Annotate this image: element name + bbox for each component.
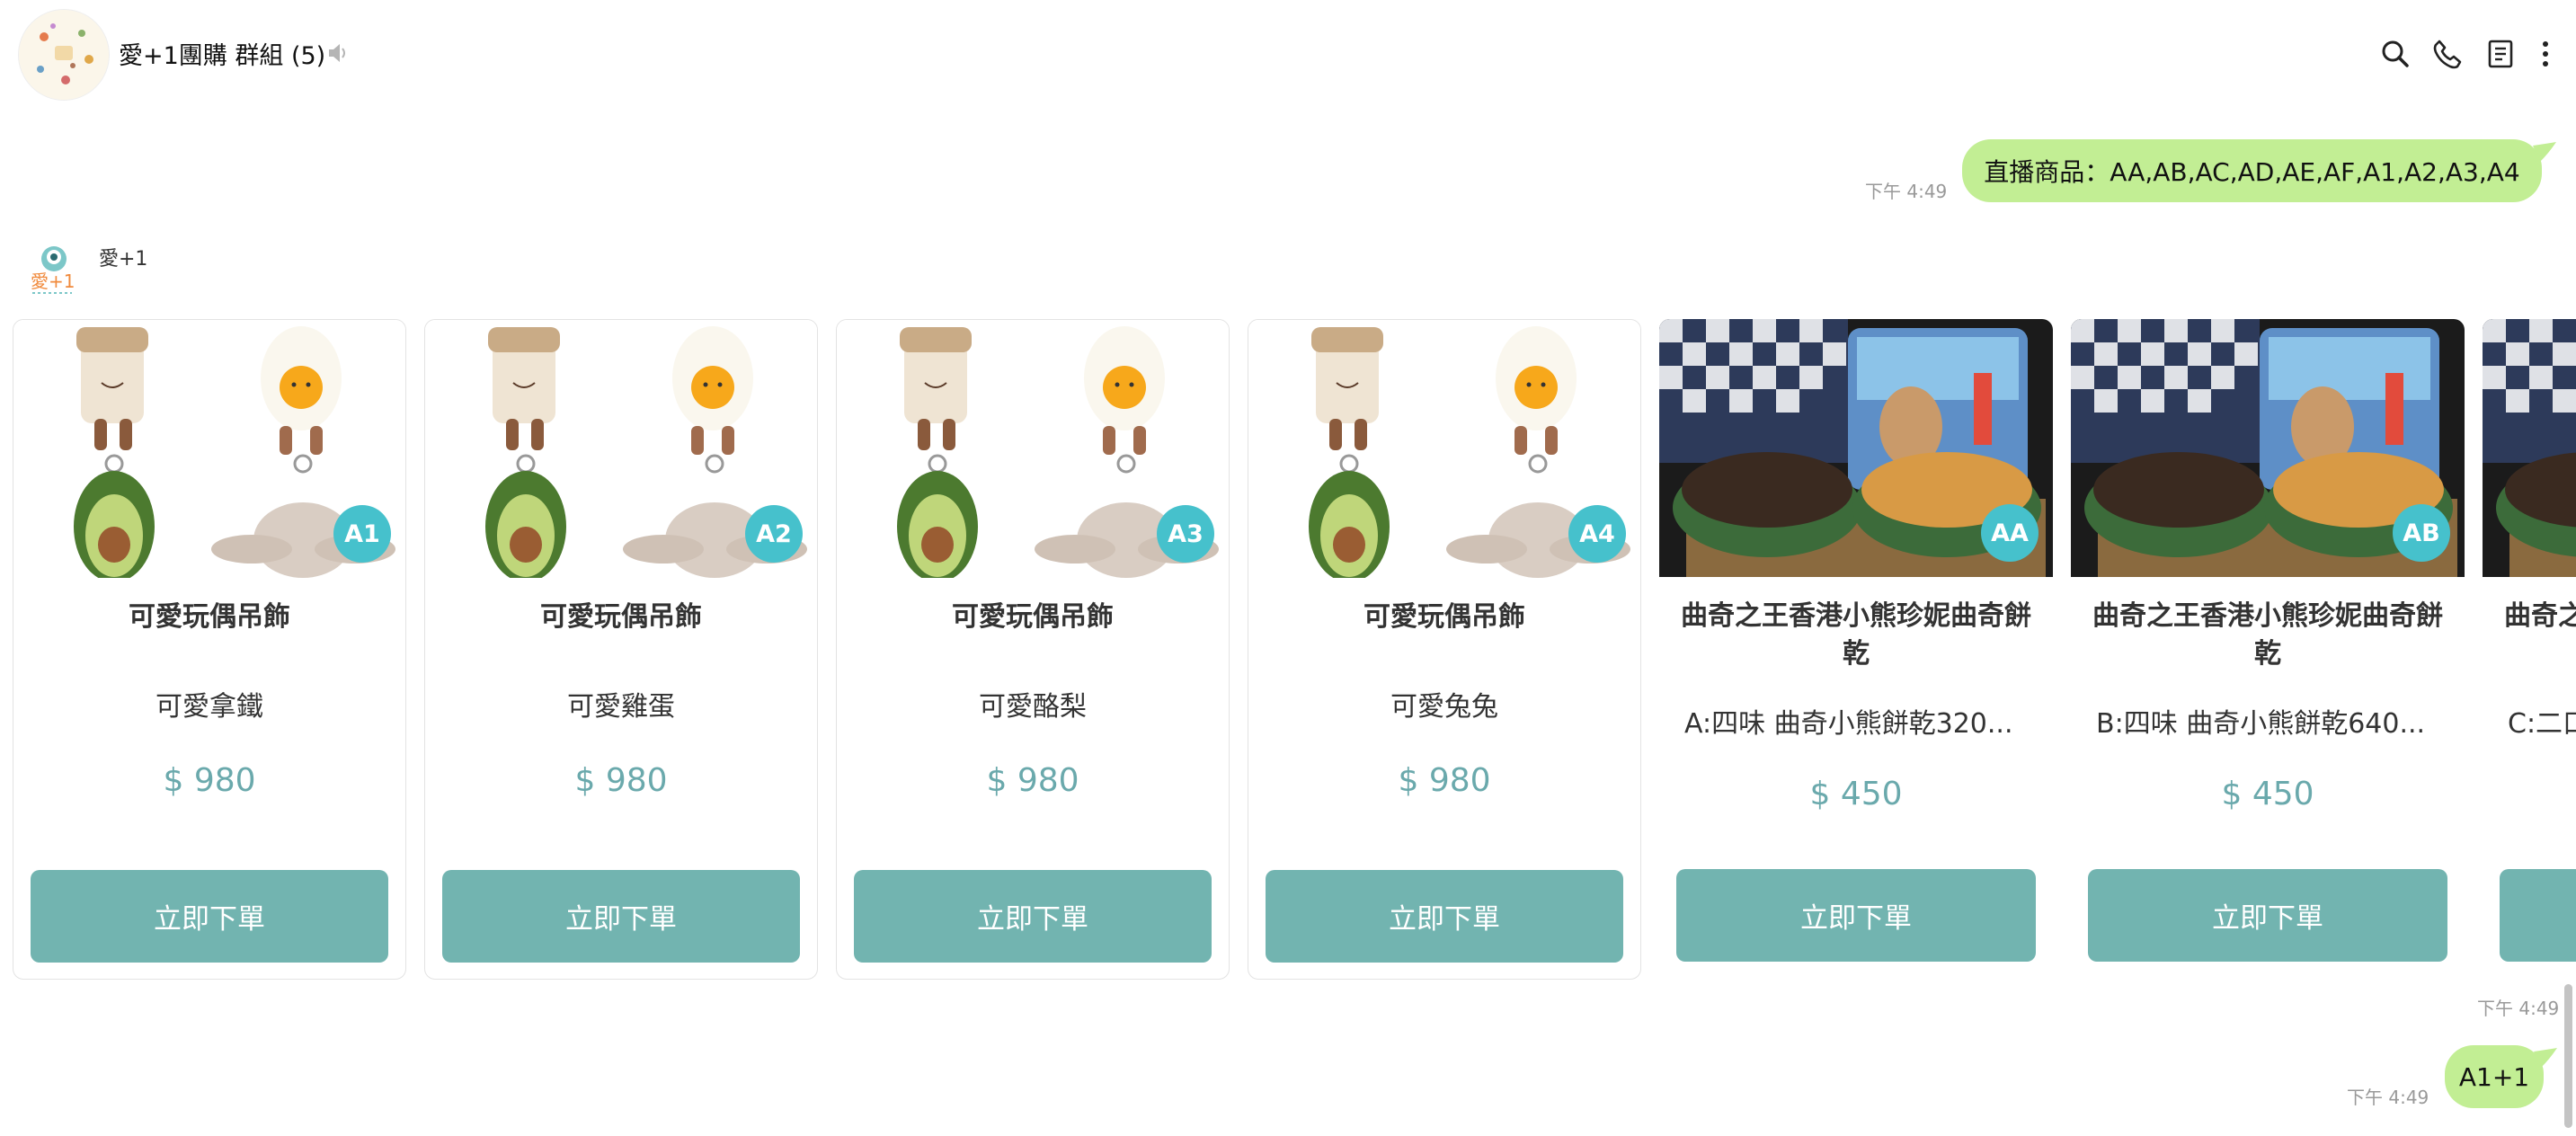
product-title: 曲奇之王香港小熊珍妮曲奇餅乾 [2092, 600, 2443, 670]
bubble-tail [2533, 142, 2556, 162]
product-price: $ 980 [1398, 762, 1491, 799]
product-carousel[interactable]: A1 可愛玩偶吊飾 可愛拿鐵 $ 980 立即下單 A2 可愛玩偶吊飾 可愛雞蛋 $ 980 立… [0, 319, 2576, 984]
product-card[interactable]: 曲奇之王香港小熊珍妮曲奇餅乾 C:二口 [2483, 319, 2576, 980]
notes-icon[interactable] [2483, 36, 2518, 72]
product-option: 可愛酪梨 [979, 691, 1087, 723]
product-title: 可愛玩偶吊飾 [1364, 601, 1525, 633]
order-now-button[interactable]: 立即下單 [2088, 869, 2447, 962]
product-price: $ 980 [163, 762, 256, 799]
order-now-button[interactable]: 立即下單 [854, 870, 1212, 963]
product-code-badge: A2 [745, 505, 803, 563]
chat-header: 愛+1團購 群組 (5) [0, 0, 2576, 108]
product-card[interactable]: A1 可愛玩偶吊飾 可愛拿鐵 $ 980 立即下單 [13, 319, 406, 980]
product-title: 曲奇之王香港小熊珍妮曲奇餅乾 [1681, 600, 2031, 670]
product-option: B:四味 曲奇小熊餅乾640... [2096, 708, 2426, 740]
order-now-button[interactable]: 立即下單 [31, 870, 388, 963]
bot-avatar-text: 愛+1 [31, 271, 75, 292]
sender-name: 愛+1 [99, 248, 148, 271]
outgoing-message-bubble[interactable]: A1+1 [2445, 1045, 2544, 1108]
product-price: $ 980 [986, 762, 1079, 799]
product-code-badge: AA [1981, 504, 2039, 562]
message-timestamp: 下午 4:49 [1865, 181, 1948, 202]
outgoing-message-bubble[interactable]: 直播商品：AA,AB,AC,AD,AE,AF,A1,A2,A3,A4 [1962, 139, 2542, 202]
product-price: $ 980 [574, 762, 668, 799]
product-price: $ 450 [1809, 776, 1903, 812]
product-code-badge: A3 [1157, 505, 1214, 563]
product-option: 可愛雞蛋 [567, 691, 675, 723]
product-title: 曲奇之王香港小熊珍妮曲奇餅乾 [2504, 600, 2576, 632]
group-title: 愛+1團購 群組 (5) [119, 42, 326, 70]
product-card[interactable]: AB 曲奇之王香港小熊珍妮曲奇餅乾 B:四味 曲奇小熊餅乾640... $ 450 立即… [2071, 319, 2465, 980]
product-option: 可愛兔兔 [1390, 691, 1498, 723]
product-code-badge: A1 [333, 505, 391, 563]
carousel-timestamp: 下午 4:49 [2477, 998, 2560, 1019]
product-card[interactable]: A3 可愛玩偶吊飾 可愛酪梨 $ 980 立即下單 [836, 319, 1230, 980]
order-now-button[interactable]: 立即下單 [442, 870, 800, 963]
product-option: A:四味 曲奇小熊餅乾320... [1684, 708, 2013, 740]
group-avatar-image [19, 10, 109, 100]
message-timestamp: 下午 4:49 [2347, 1087, 2429, 1108]
product-card[interactable]: AA 曲奇之王香港小熊珍妮曲奇餅乾 A:四味 曲奇小熊餅乾320... $ 450 立即… [1659, 319, 2053, 980]
product-title: 可愛玩偶吊飾 [540, 601, 702, 633]
more-icon[interactable] [2527, 36, 2563, 72]
product-card[interactable]: A4 可愛玩偶吊飾 可愛兔兔 $ 980 立即下單 [1248, 319, 1641, 980]
speaker-icon [329, 44, 345, 62]
product-card[interactable]: A2 可愛玩偶吊飾 可愛雞蛋 $ 980 立即下單 [424, 319, 818, 980]
product-code-badge: AB [2393, 504, 2450, 562]
product-image [2483, 319, 2576, 577]
message-text: 直播商品：AA,AB,AC,AD,AE,AF,A1,A2,A3,A4 [1984, 157, 2520, 187]
bubble-tail [2534, 1048, 2557, 1068]
group-avatar[interactable] [18, 9, 110, 101]
product-title: 可愛玩偶吊飾 [129, 601, 290, 633]
product-title: 可愛玩偶吊飾 [952, 601, 1114, 633]
search-icon[interactable] [2377, 36, 2413, 72]
phone-icon[interactable] [2429, 36, 2465, 72]
bot-avatar: 愛+1 [31, 246, 75, 294]
product-option: C:二口 [2508, 708, 2576, 740]
order-now-button[interactable]: 立即下單 [1676, 869, 2036, 962]
order-now-button[interactable]: 立即下單 [1266, 870, 1623, 963]
product-price: $ 450 [2221, 776, 2314, 812]
product-code-badge: A4 [1568, 505, 1626, 563]
order-now-button[interactable] [2500, 869, 2576, 962]
product-option: 可愛拿鐵 [155, 691, 263, 723]
scrollbar[interactable] [2564, 984, 2572, 1128]
message-text: A1+1 [2458, 1061, 2530, 1092]
product-image-container[interactable] [2483, 319, 2576, 577]
